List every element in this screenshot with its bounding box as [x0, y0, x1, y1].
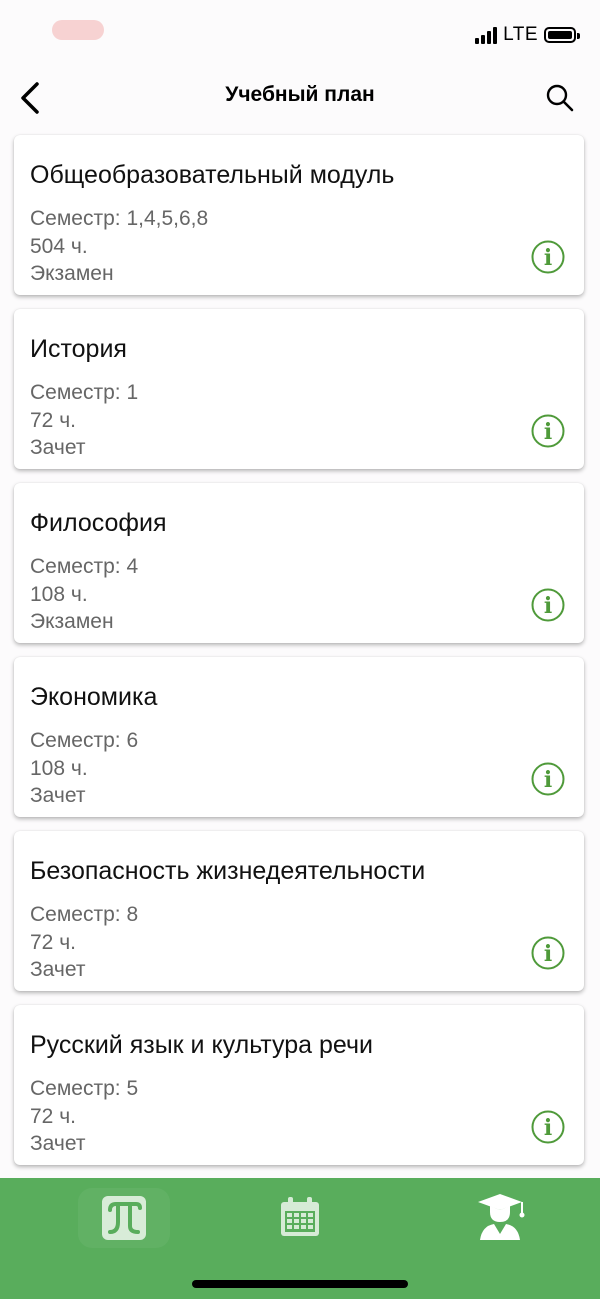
course-hours: 108 ч. [30, 757, 88, 780]
course-name: Общеобразовательный модуль [30, 161, 395, 189]
recording-indicator [52, 20, 104, 40]
course-control-type: Зачет [30, 784, 86, 807]
home-indicator [192, 1280, 408, 1288]
svg-text:i: i [544, 941, 552, 967]
course-control-type: Зачет [30, 958, 86, 981]
info-icon[interactable]: i [530, 1109, 566, 1145]
page-title: Учебный план [225, 83, 375, 106]
course-hours: 72 ч. [30, 409, 76, 432]
tab-schedule[interactable] [272, 1192, 328, 1242]
course-name: Философия [30, 509, 167, 537]
university-logo-icon [78, 1188, 170, 1248]
info-icon[interactable]: i [530, 761, 566, 797]
calendar-icon [281, 1197, 319, 1236]
course-control-type: Экзамен [30, 262, 114, 285]
course-semesters: Семестр: 5 [30, 1077, 139, 1100]
course-control-type: Экзамен [30, 610, 114, 633]
course-card[interactable]: Философия Семестр: 4 108 ч. Экзамен i [14, 483, 584, 643]
course-hours: 504 ч. [30, 235, 88, 258]
svg-text:i: i [544, 767, 552, 793]
course-name: Экономика [30, 683, 158, 711]
search-button[interactable] [540, 78, 580, 118]
search-icon [546, 84, 574, 112]
course-control-type: Зачет [30, 436, 86, 459]
info-icon[interactable]: i [530, 239, 566, 275]
navigation-bar: Учебный план [0, 70, 600, 125]
course-card[interactable]: Экономика Семестр: 6 108 ч. Зачет i [14, 657, 584, 817]
status-indicators: LTE [475, 24, 580, 46]
info-icon[interactable]: i [530, 413, 566, 449]
info-icon[interactable]: i [530, 935, 566, 971]
graduate-icon [478, 1194, 525, 1240]
course-semesters: Семестр: 8 [30, 903, 139, 926]
course-semesters: Семестр: 6 [30, 729, 139, 752]
tab-home[interactable] [76, 1186, 172, 1250]
course-control-type: Зачет [30, 1132, 86, 1155]
course-hours: 108 ч. [30, 583, 88, 606]
status-bar: LTE [0, 0, 600, 70]
info-icon[interactable]: i [530, 587, 566, 623]
course-semesters: Семестр: 1 [30, 381, 139, 404]
svg-text:i: i [544, 593, 552, 619]
course-hours: 72 ч. [30, 931, 76, 954]
battery-icon [544, 27, 580, 43]
cellular-signal-icon [475, 26, 498, 44]
course-name: Безопасность жизнедеятельности [30, 857, 426, 885]
course-semesters: Семестр: 1,4,5,6,8 [30, 207, 209, 230]
network-type: LTE [503, 24, 538, 45]
tab-bar [0, 1178, 600, 1299]
course-name: История [30, 335, 127, 363]
course-hours: 72 ч. [30, 1105, 76, 1128]
course-card[interactable]: Русский язык и культура речи Семестр: 5 7… [14, 1005, 584, 1165]
course-name: Русский язык и культура речи [30, 1031, 373, 1059]
svg-text:i: i [544, 419, 552, 445]
course-card[interactable]: История Семестр: 1 72 ч. Зачет i [14, 309, 584, 469]
course-card[interactable]: Общеобразовательный модуль Семестр: 1,4,5… [14, 135, 584, 295]
course-card[interactable]: Безопасность жизнедеятельности Семестр: 8… [14, 831, 584, 991]
course-semesters: Семестр: 4 [30, 555, 139, 578]
tab-plan[interactable] [474, 1192, 530, 1242]
svg-text:i: i [544, 245, 552, 271]
svg-text:i: i [544, 1115, 552, 1141]
course-list: Общеобразовательный модуль Семестр: 1,4,5… [14, 135, 584, 1179]
